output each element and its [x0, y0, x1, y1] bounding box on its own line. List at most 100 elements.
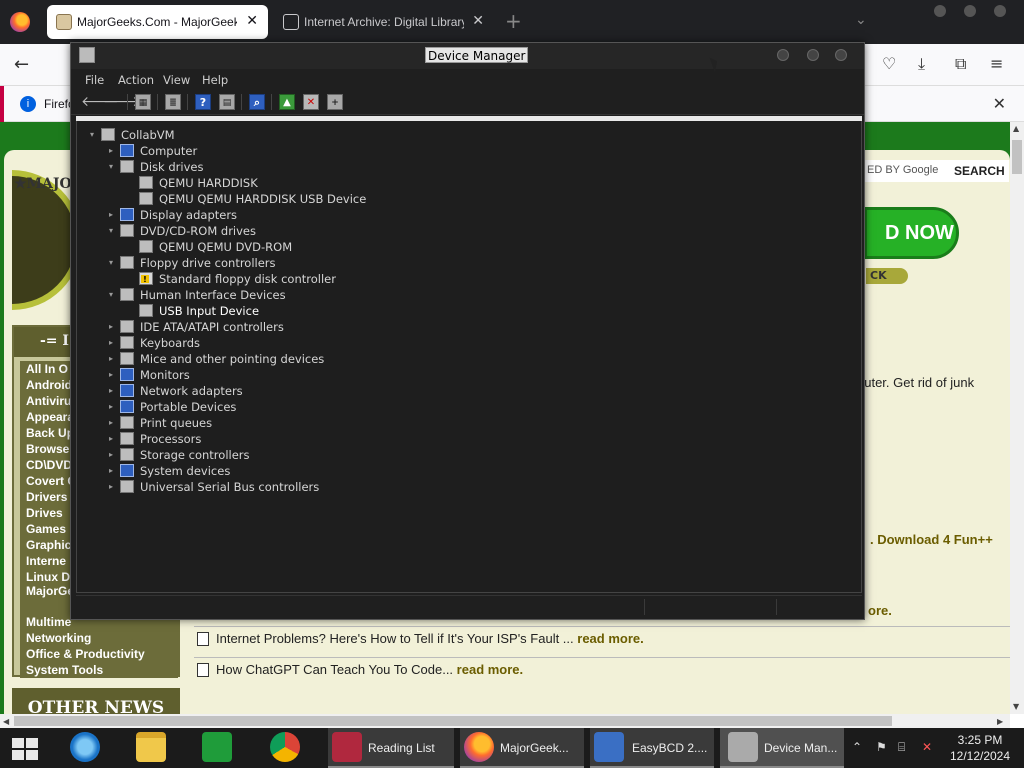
- download-icon[interactable]: ⤓: [918, 54, 925, 74]
- read-more-link[interactable]: read more.: [577, 631, 643, 646]
- device-tree[interactable]: ▾ CollabVM ▸ Computer ▾ Disk drives QEMU…: [76, 121, 862, 593]
- horizontal-scrollbar[interactable]: ◀ ▶: [0, 714, 1010, 728]
- news-title[interactable]: How ChatGPT Can Teach You To Code...: [216, 662, 453, 677]
- tree-node-label: Keyboards: [140, 336, 201, 350]
- tab-internet-archive[interactable]: Internet Archive: Digital Library of F ✕: [274, 5, 494, 39]
- archive-favicon-icon: [283, 14, 299, 30]
- expand-arrow-icon[interactable]: ▸: [106, 431, 116, 447]
- keyboard-icon: [120, 336, 134, 349]
- expand-arrow-icon[interactable]: ▸: [106, 415, 116, 431]
- news-title[interactable]: Internet Problems? Here's How to Tell if…: [216, 631, 574, 646]
- category-link[interactable]: Office & Productivity: [20, 646, 178, 662]
- vertical-scrollbar[interactable]: ▲ ▼: [1010, 122, 1024, 714]
- taskbar-chrome[interactable]: [262, 728, 308, 768]
- scan-hardware-changes-icon[interactable]: ⌕: [249, 94, 265, 110]
- download-link-fragment[interactable]: . Download 4 Fun++: [870, 532, 993, 547]
- close-button[interactable]: [835, 49, 847, 61]
- show-hide-action-pane-icon[interactable]: ▤: [219, 94, 235, 110]
- scroll-left-arrow-icon[interactable]: ◀: [3, 717, 9, 726]
- minimize-button[interactable]: [777, 49, 789, 61]
- taskbar-file-explorer[interactable]: [128, 728, 174, 768]
- news-item[interactable]: How ChatGPT Can Teach You To Code... rea…: [194, 657, 1010, 685]
- taskbar-firefox[interactable]: MajorGeek...: [460, 728, 584, 768]
- menu-help[interactable]: Help: [202, 73, 228, 87]
- volume-muted-icon[interactable]: ✕: [922, 740, 932, 754]
- back-arrow-icon[interactable]: 🡐: [81, 94, 119, 110]
- menu-icon[interactable]: ≡: [990, 54, 1003, 73]
- category-link[interactable]: Networking: [20, 630, 178, 646]
- scroll-right-arrow-icon[interactable]: ▶: [997, 717, 1003, 726]
- download-now-button[interactable]: D NOW: [864, 207, 959, 259]
- tree-node-label: USB Input Device: [159, 304, 260, 318]
- expand-arrow-icon[interactable]: ▸: [106, 447, 116, 463]
- pocket-icon[interactable]: ♡: [882, 54, 896, 73]
- back-arrow-icon[interactable]: ←: [14, 54, 29, 75]
- close-window-button[interactable]: [994, 5, 1006, 17]
- expand-arrow-icon[interactable]: ▸: [106, 335, 116, 351]
- collapse-arrow-icon[interactable]: ▾: [106, 255, 116, 271]
- menu-file[interactable]: File: [85, 73, 104, 87]
- title-bar[interactable]: Device Manager: [71, 43, 864, 69]
- news-item[interactable]: Internet Problems? Here's How to Tell if…: [194, 626, 1010, 654]
- close-tab-icon[interactable]: ✕: [472, 12, 484, 29]
- collapse-arrow-icon[interactable]: ▾: [106, 287, 116, 303]
- maximize-window-button[interactable]: [964, 5, 976, 17]
- tree-node-label: QEMU HARDDISK: [159, 176, 258, 190]
- minimize-window-button[interactable]: [934, 5, 946, 17]
- add-legacy-hardware-icon[interactable]: +: [327, 94, 343, 110]
- show-hide-console-tree-icon[interactable]: ▦: [135, 94, 151, 110]
- disk-drive-icon: [139, 176, 153, 189]
- expand-arrow-icon[interactable]: ▸: [106, 319, 116, 335]
- taskbar-easybcd[interactable]: EasyBCD 2....: [590, 728, 714, 768]
- expand-arrow-icon[interactable]: ▸: [106, 463, 116, 479]
- scrollbar-thumb[interactable]: [1012, 140, 1022, 174]
- properties-icon[interactable]: ≣: [165, 94, 181, 110]
- expand-arrow-icon[interactable]: ▸: [106, 207, 116, 223]
- expand-arrow-icon[interactable]: ▸: [106, 351, 116, 367]
- maximize-button[interactable]: [807, 49, 819, 61]
- update-driver-icon[interactable]: ▲: [279, 94, 295, 110]
- scrollbar-thumb[interactable]: [14, 716, 892, 726]
- action-center-flag-icon[interactable]: ⚑: [876, 740, 887, 754]
- menu-view[interactable]: View: [163, 73, 190, 87]
- expand-arrow-icon[interactable]: ▸: [106, 367, 116, 383]
- collapse-arrow-icon[interactable]: ▾: [106, 223, 116, 239]
- tree-node-label: Network adapters: [140, 384, 243, 398]
- help-icon[interactable]: ?: [195, 94, 211, 110]
- tab-majorgeeks[interactable]: MajorGeeks.Com - MajorGeeks ✕: [47, 5, 268, 39]
- search-button[interactable]: SEARCH: [954, 164, 1005, 178]
- read-more-link[interactable]: read more.: [457, 662, 523, 677]
- close-notification-icon[interactable]: ✕: [993, 94, 1006, 114]
- show-hidden-icons-chevron-icon[interactable]: ⌃: [852, 740, 862, 754]
- expand-arrow-icon[interactable]: ▸: [106, 383, 116, 399]
- menu-action[interactable]: Action: [118, 73, 154, 87]
- device-manager-app-icon[interactable]: [79, 47, 95, 63]
- firefox-icon[interactable]: [10, 12, 30, 32]
- taskbar-internet-explorer[interactable]: [62, 728, 108, 768]
- taskbar-device-manager[interactable]: Device Man...: [720, 728, 844, 768]
- clock[interactable]: 3:25 PM 12/12/2024: [940, 732, 1020, 764]
- extensions-icon[interactable]: ⧉: [955, 54, 966, 74]
- start-button[interactable]: [12, 738, 38, 760]
- expand-arrow-icon[interactable]: ▸: [106, 479, 116, 495]
- close-tab-icon[interactable]: ✕: [246, 12, 258, 29]
- list-all-tabs-icon[interactable]: ⌄: [855, 12, 867, 28]
- category-link[interactable]: System Tools: [20, 662, 178, 678]
- network-icon[interactable]: ⌸: [898, 740, 905, 755]
- forward-arrow-icon[interactable]: 🡒: [103, 94, 141, 110]
- tree-node-label: Storage controllers: [140, 448, 250, 462]
- toolbar-separator: [187, 94, 188, 110]
- scroll-up-arrow-icon[interactable]: ▲: [1013, 124, 1019, 133]
- collapse-arrow-icon[interactable]: ▾: [106, 159, 116, 175]
- collapse-arrow-icon[interactable]: ▾: [87, 127, 97, 143]
- read-more-fragment[interactable]: ore.: [868, 603, 892, 618]
- taskbar-reading-list[interactable]: Reading List: [328, 728, 454, 768]
- taskbar-store[interactable]: [194, 728, 240, 768]
- uninstall-device-icon[interactable]: ✕: [303, 94, 319, 110]
- expand-arrow-icon[interactable]: ▸: [106, 143, 116, 159]
- news-item-text: Internet Problems? Here's How to Tell if…: [216, 631, 644, 646]
- tree-node-label: Portable Devices: [140, 400, 237, 414]
- new-tab-button[interactable]: +: [505, 9, 522, 33]
- expand-arrow-icon[interactable]: ▸: [106, 399, 116, 415]
- scroll-down-arrow-icon[interactable]: ▼: [1013, 702, 1019, 711]
